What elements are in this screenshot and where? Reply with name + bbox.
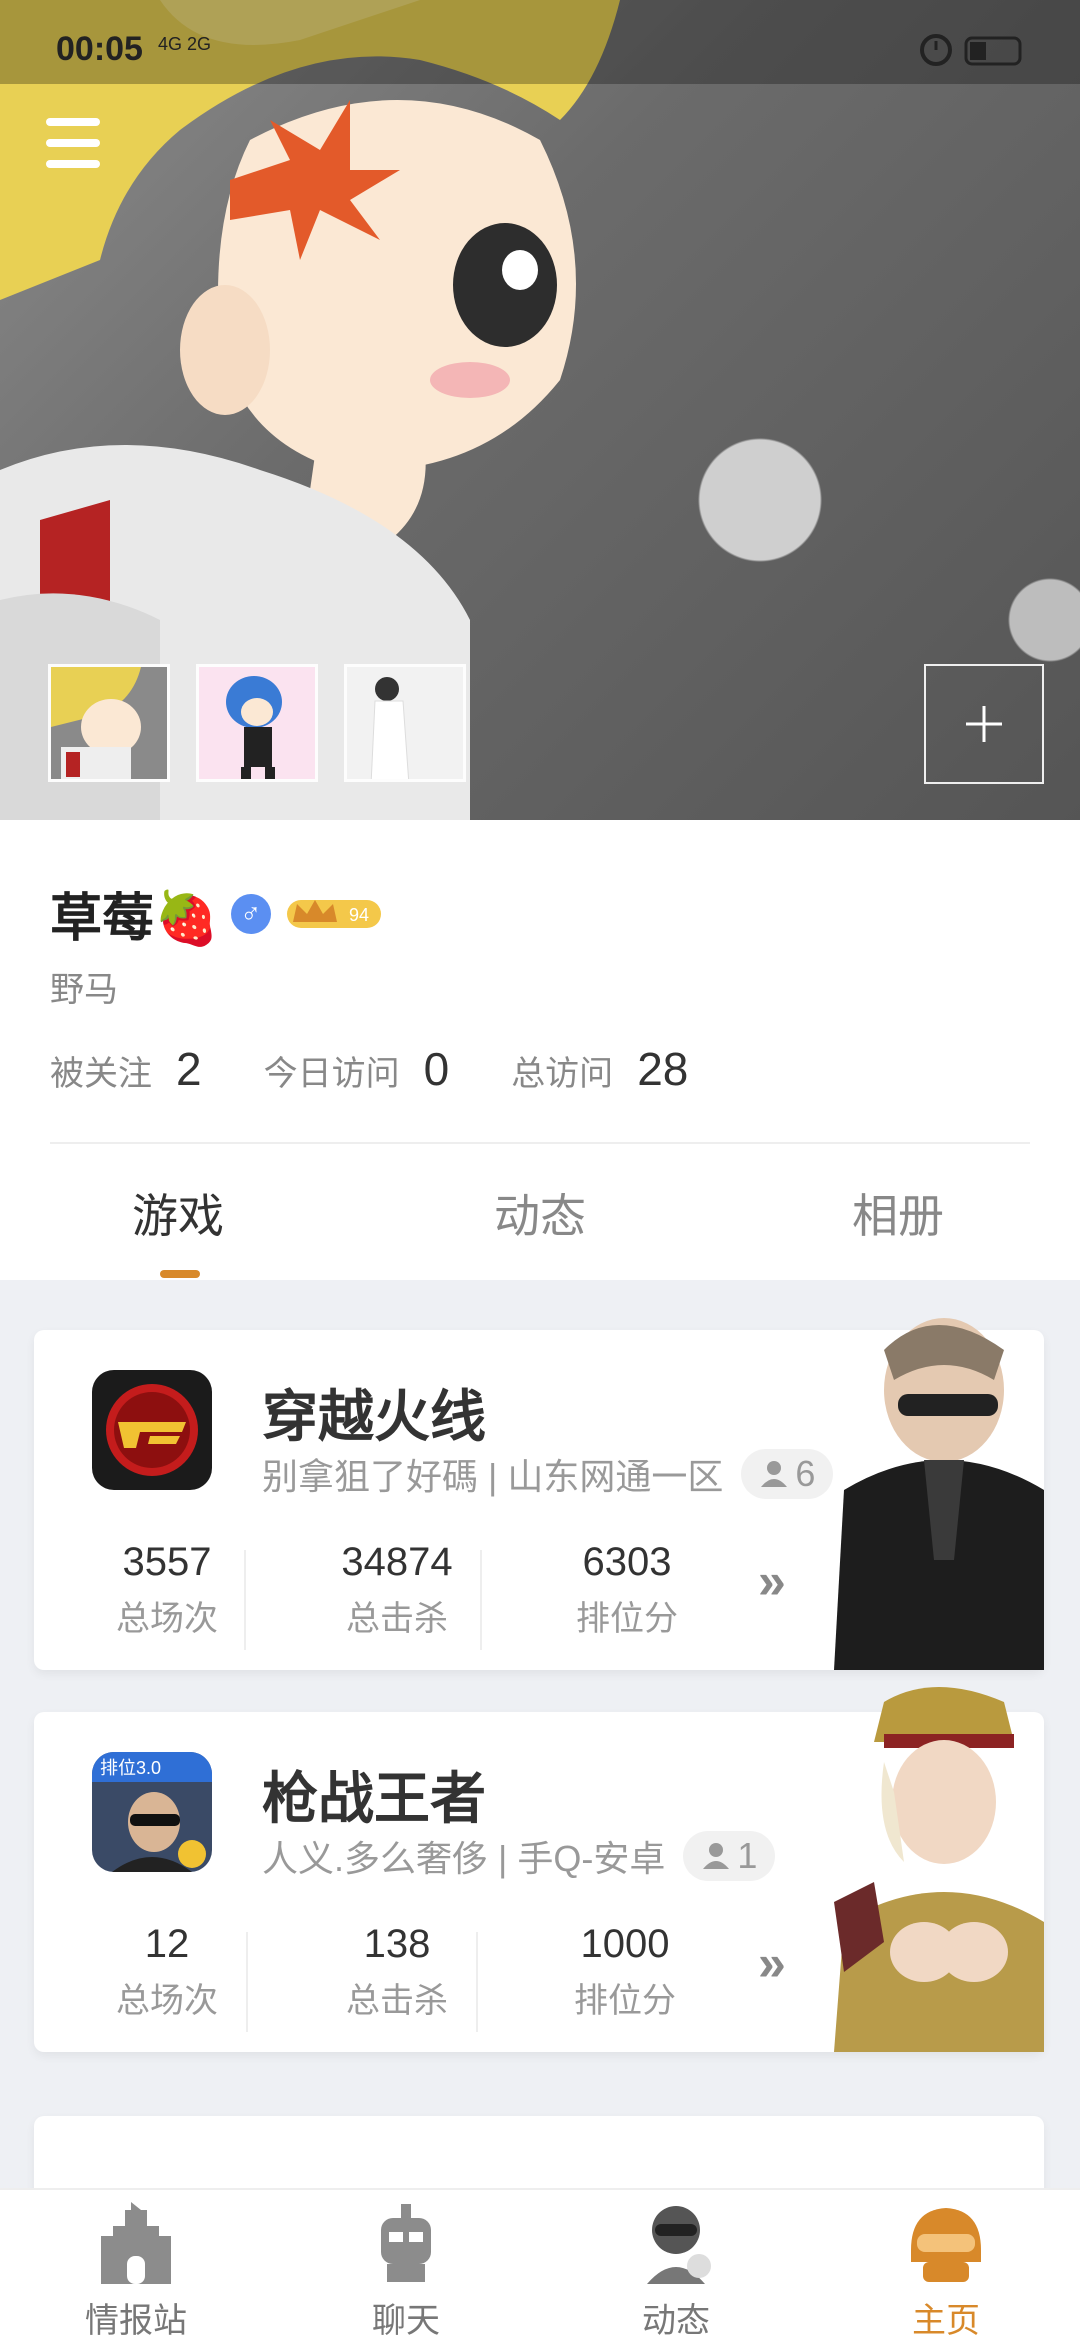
crossfire-logo-icon [92,1370,212,1490]
friends-pill[interactable]: 6 [741,1449,834,1499]
soldier-character-image [834,1318,1044,1670]
vip-badge: 94 [286,899,381,928]
svg-text:排位3.0: 排位3.0 [100,1758,161,1778]
active-tab-indicator [160,1270,200,1278]
game-title: 穿越火线 [262,1385,486,1448]
nav-intel-station[interactable]: 情报站 [36,2200,236,2342]
divider [50,1142,1030,1144]
chevron-right-icon[interactable]: » [758,1552,786,1610]
vip-level: 94 [349,905,369,925]
user-signature: 野马 [50,971,118,1009]
today-visits-label: 今日访问 [263,1055,400,1093]
today-visits-count: 0 [423,1043,450,1095]
game-subtitle: 人义.多么奢侈 | 手Q-安卓 1 [262,1830,776,1882]
menu-button[interactable] [46,118,102,174]
stat-rank-score: 6303 排位分 [576,1540,678,1638]
nav-chat[interactable]: 聊天 [306,2200,506,2342]
nav-home[interactable]: 主页 [846,2200,1046,2342]
profile-section: 草莓🍓 ♂ 94 野马 被关注 2 今日访问 0 总访问 28 游戏 动态 相册 [0,820,1080,1280]
game-card[interactable]: 排位3.0 枪战王者 人义.多么奢侈 | 手Q-安卓 1 12 总场次 138 … [34,1687,1044,2052]
profile-cover[interactable]: 00:05 4G 2G [0,0,1080,825]
photo-thumbnails [48,664,466,782]
stat-rank-score: 1000 排位分 [574,1922,676,2020]
network-indicator: 4G 2G [158,34,212,54]
game-title: 枪战王者 [262,1767,486,1830]
game-account-info: 别拿狙了好碼 | 山东网通一区 [262,1456,724,1497]
male-gender-icon: ♂ [230,893,271,934]
helmet-icon [911,2208,981,2282]
female-character-image [834,1687,1044,2052]
tab-games[interactable]: 游戏 [132,1180,224,1246]
tab-moments[interactable]: 动态 [494,1180,586,1246]
person-icon [761,1461,788,1487]
status-bar: 00:05 4G 2G [0,0,1080,84]
soldier-icon [647,2206,711,2284]
user-name: 草莓🍓 [50,890,219,948]
friends-count: 1 [737,1835,758,1876]
followers-label: 被关注 [50,1055,152,1093]
visit-stats: 被关注 2 今日访问 0 总访问 28 [50,1042,750,1096]
castle-icon [101,2202,171,2284]
total-visits-count: 28 [637,1043,689,1095]
stat-total-kills: 34874 总击杀 [341,1540,453,1638]
friends-count: 6 [795,1453,816,1494]
tab-album[interactable]: 相册 [852,1180,944,1246]
chevron-right-icon[interactable]: » [758,1934,786,1992]
plus-icon [966,706,1002,742]
game-card[interactable]: 穿越火线 别拿狙了好碼 | 山东网通一区 6 3557 总场次 34874 总击… [34,1318,1044,1670]
total-visits-label: 总访问 [511,1055,614,1093]
photo-thumb[interactable] [344,664,466,782]
friends-pill[interactable]: 1 [683,1831,776,1881]
photo-thumb[interactable] [196,664,318,782]
bottom-navigation: 情报站 聊天 动态 主页 [0,2188,1080,2342]
profile-tabs: 游戏 动态 相册 [0,1160,1080,1280]
person-icon [703,1843,730,1869]
cf-mobile-logo-icon: 排位3.0 [92,1752,212,1872]
status-icons [918,30,1028,75]
add-photo-button[interactable] [924,664,1044,784]
name-row: 草莓🍓 ♂ 94 [50,876,383,951]
stat-total-matches: 3557 总场次 [116,1540,218,1638]
game-stats: 3557 总场次 34874 总击杀 6303 排位分 [34,1540,794,1650]
nav-moments[interactable]: 动态 [576,2200,776,2342]
game-account-info: 人义.多么奢侈 | 手Q-安卓 [262,1838,666,1879]
status-time: 00:05 [56,30,143,68]
game-subtitle: 别拿狙了好碼 | 山东网通一区 6 [262,1448,834,1500]
followers-count[interactable]: 2 [176,1042,202,1096]
photo-thumb[interactable] [48,664,170,782]
robot-icon [381,2204,431,2282]
game-stats: 12 总场次 138 总击杀 1000 排位分 [34,1922,794,2032]
